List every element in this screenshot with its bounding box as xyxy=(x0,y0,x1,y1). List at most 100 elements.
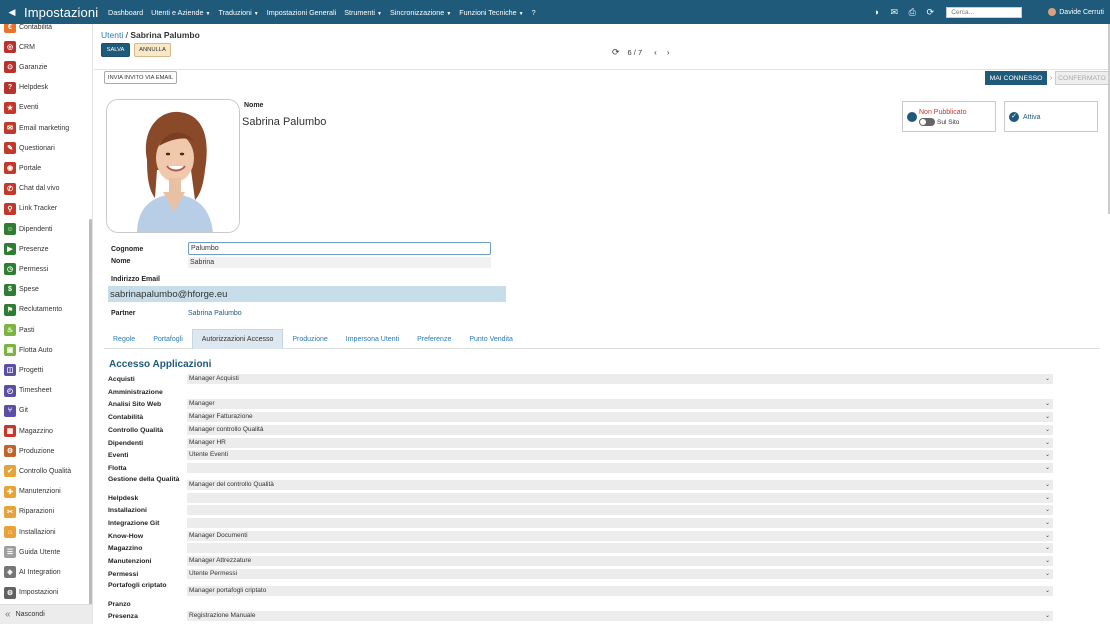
sidebar-item[interactable]: € Contabilità xyxy=(4,24,52,34)
access-select[interactable]: Manager Fatturazione ⌄ xyxy=(187,412,1053,423)
email-field[interactable]: sabrinapalumbo@hforge.eu xyxy=(108,286,506,302)
access-select[interactable]: ⌄ xyxy=(187,518,1053,528)
home-menu-icon[interactable]: ◀ xyxy=(6,6,18,18)
sidebar-item[interactable]: ◷ Permessi xyxy=(4,262,48,276)
access-select[interactable]: Manager controllo Qualità ⌄ xyxy=(187,424,1053,435)
sidebar-item[interactable]: $ Spese xyxy=(4,283,39,297)
sidebar-item[interactable]: ✉ Email marketing xyxy=(4,121,69,135)
tab[interactable]: Regole xyxy=(104,329,144,349)
partner-link[interactable]: Sabrina Palumbo xyxy=(188,310,242,317)
sidebar-item-label: Timesheet xyxy=(19,387,52,395)
access-select[interactable]: Manager HR ⌄ xyxy=(187,437,1053,448)
chevron-down-icon: ⌄ xyxy=(1044,532,1050,539)
sidebar-item[interactable]: ⚲ Link Tracker xyxy=(4,202,57,216)
sidebar-item[interactable]: ⚙ Impostazioni xyxy=(4,586,58,600)
access-select[interactable]: Manager Attrezzature ⌄ xyxy=(187,556,1053,567)
sidebar-item[interactable]: ♨ Pasti xyxy=(4,323,35,337)
tab[interactable]: Autorizzazioni Accesso xyxy=(191,329,284,349)
cognome-field[interactable]: Palumbo xyxy=(188,242,491,255)
email-label: Indirizzo Email xyxy=(111,276,161,283)
sidebar-item[interactable]: ⑂ Git xyxy=(4,404,28,418)
top-menu-item[interactable]: Funzioni Tecniche ▼ xyxy=(459,8,523,17)
access-select[interactable]: Manager portafogli criptato ⌄ xyxy=(187,585,1053,596)
cancel-button[interactable]: ANNULLA xyxy=(134,43,171,57)
top-menu-item[interactable]: Utenti e Aziende ▼ xyxy=(151,8,210,17)
tab[interactable]: Portafogli xyxy=(144,329,192,349)
name-value[interactable]: Sabrina Palumbo xyxy=(242,116,326,128)
tab[interactable]: Produzione xyxy=(283,329,336,349)
access-select[interactable]: Utente Permessi ⌄ xyxy=(187,568,1053,579)
sidebar-item[interactable]: ✂ Riparazioni xyxy=(4,505,54,519)
search-input[interactable] xyxy=(946,6,1023,18)
status-confirmed[interactable]: CONFERMATO xyxy=(1055,71,1109,85)
hide-sidebar-button[interactable]: « Nascondi xyxy=(0,604,92,624)
top-menu-item-label: Dashboard xyxy=(108,7,144,17)
sidebar-item[interactable]: ◎ CRM xyxy=(4,40,35,54)
send-invite-button[interactable]: INVIA INVITO VIA EMAIL xyxy=(104,71,177,84)
nome-field[interactable]: Sabrina xyxy=(188,257,491,268)
publish-toggle[interactable] xyxy=(919,118,935,126)
refresh-icon[interactable]: ⟳ xyxy=(612,47,620,58)
top-menu-item[interactable]: Traduzioni ▼ xyxy=(218,8,258,17)
chat-icon[interactable]: ✉ xyxy=(888,6,900,18)
top-menu-item[interactable]: Strumenti ▼ xyxy=(344,8,382,17)
sidebar-item[interactable]: ☰ Guida Utente xyxy=(4,545,60,559)
access-select-value: Manager Fatturazione xyxy=(189,413,253,421)
top-navbar: ◀ Impostazioni Dashboard Utenti e Aziende… xyxy=(0,0,1110,24)
sidebar-item[interactable]: ▶ Presenze xyxy=(4,242,49,256)
top-menu-item-label: Utenti e Aziende xyxy=(151,7,204,17)
tab[interactable]: Punto Vendita xyxy=(460,329,522,349)
sidebar-item[interactable]: ☺ Dipendenti xyxy=(4,222,52,236)
tab[interactable]: Impersona Utenti xyxy=(337,329,408,349)
sidebar-item[interactable]: ✚ Manutenzioni xyxy=(4,485,61,499)
access-select[interactable]: Registrazione Manuale ⌄ xyxy=(187,611,1053,622)
sidebar-item[interactable]: ▣ Flotta Auto xyxy=(4,343,52,357)
user-menu[interactable]: Davide Cerruti xyxy=(1048,8,1104,16)
sidebar-item[interactable]: ◈ AI Integration xyxy=(4,565,61,579)
sidebar-item[interactable]: ⌂ Installazioni xyxy=(4,525,56,539)
sidebar-item[interactable]: ◉ Portale xyxy=(4,161,41,175)
access-select[interactable]: Manager Documenti ⌄ xyxy=(187,530,1053,541)
sidebar-item[interactable]: ✎ Questionari xyxy=(4,141,55,155)
sidebar-item[interactable]: ⚑ Reclutamento xyxy=(4,303,62,317)
save-button[interactable]: SALVA xyxy=(101,43,130,57)
top-menu-item[interactable]: Dashboard xyxy=(108,8,143,17)
sidebar-item[interactable]: ? Helpdesk xyxy=(4,81,48,95)
sidebar-item[interactable]: ◴ Timesheet xyxy=(4,384,51,398)
user-photo[interactable] xyxy=(106,99,240,233)
top-menu-item[interactable]: Impostazioni Generali xyxy=(267,8,337,17)
tab[interactable]: Preferenze xyxy=(408,329,460,349)
sidebar-item[interactable]: ⊙ Garanzie xyxy=(4,60,47,74)
top-menu-item[interactable]: ? xyxy=(532,8,536,17)
pager-counter[interactable]: 6 / 7 xyxy=(628,48,643,57)
sidebar-scrollbar[interactable] xyxy=(89,219,92,624)
access-select[interactable]: Utente Eventi ⌄ xyxy=(187,450,1053,461)
publish-status-box[interactable]: Non Pubblicato Sul Sito xyxy=(902,101,996,132)
sidebar-item[interactable]: ★ Eventi xyxy=(4,101,38,115)
active-label: Attiva xyxy=(1023,114,1041,121)
print-icon[interactable]: ⎙ xyxy=(906,6,918,18)
sidebar-item-label: Eventi xyxy=(19,104,39,112)
sidebar-item[interactable]: ⚙ Produzione xyxy=(4,444,54,458)
activity-icon[interactable]: ◑ xyxy=(870,6,882,18)
next-record-icon[interactable]: › xyxy=(667,48,670,57)
status-never-connected[interactable]: MAI CONNESSO xyxy=(985,71,1047,85)
top-menu-item[interactable]: Sincronizzazione ▼ xyxy=(390,8,451,17)
access-select[interactable]: Manager Acquisti ⌄ xyxy=(187,374,1053,384)
breadcrumb-parent[interactable]: Utenti xyxy=(101,30,123,40)
sidebar-item[interactable]: ▦ Magazzino xyxy=(4,424,53,438)
active-status-box[interactable]: ✓ Attiva xyxy=(1004,101,1098,132)
access-select[interactable]: Manager del controllo Qualità ⌄ xyxy=(187,479,1053,490)
access-row-label: Manutenzioni xyxy=(108,558,152,566)
accounting-icon: € xyxy=(4,24,16,33)
sidebar-item[interactable]: ✆ Chat dal vivo xyxy=(4,182,59,196)
access-select[interactable]: ⌄ xyxy=(187,462,1053,473)
sidebar-item[interactable]: ◫ Progetti xyxy=(4,363,43,377)
access-select[interactable]: ⌄ xyxy=(187,505,1053,516)
sidebar-item[interactable]: ✔ Controllo Qualità xyxy=(4,464,71,478)
access-select[interactable]: Manager ⌄ xyxy=(187,399,1053,410)
access-select[interactable]: ⌄ xyxy=(187,543,1053,554)
link-tracker-icon: ⚲ xyxy=(4,202,16,215)
previous-record-icon[interactable]: ‹ xyxy=(654,48,657,57)
access-select[interactable]: ⌄ xyxy=(187,492,1053,503)
